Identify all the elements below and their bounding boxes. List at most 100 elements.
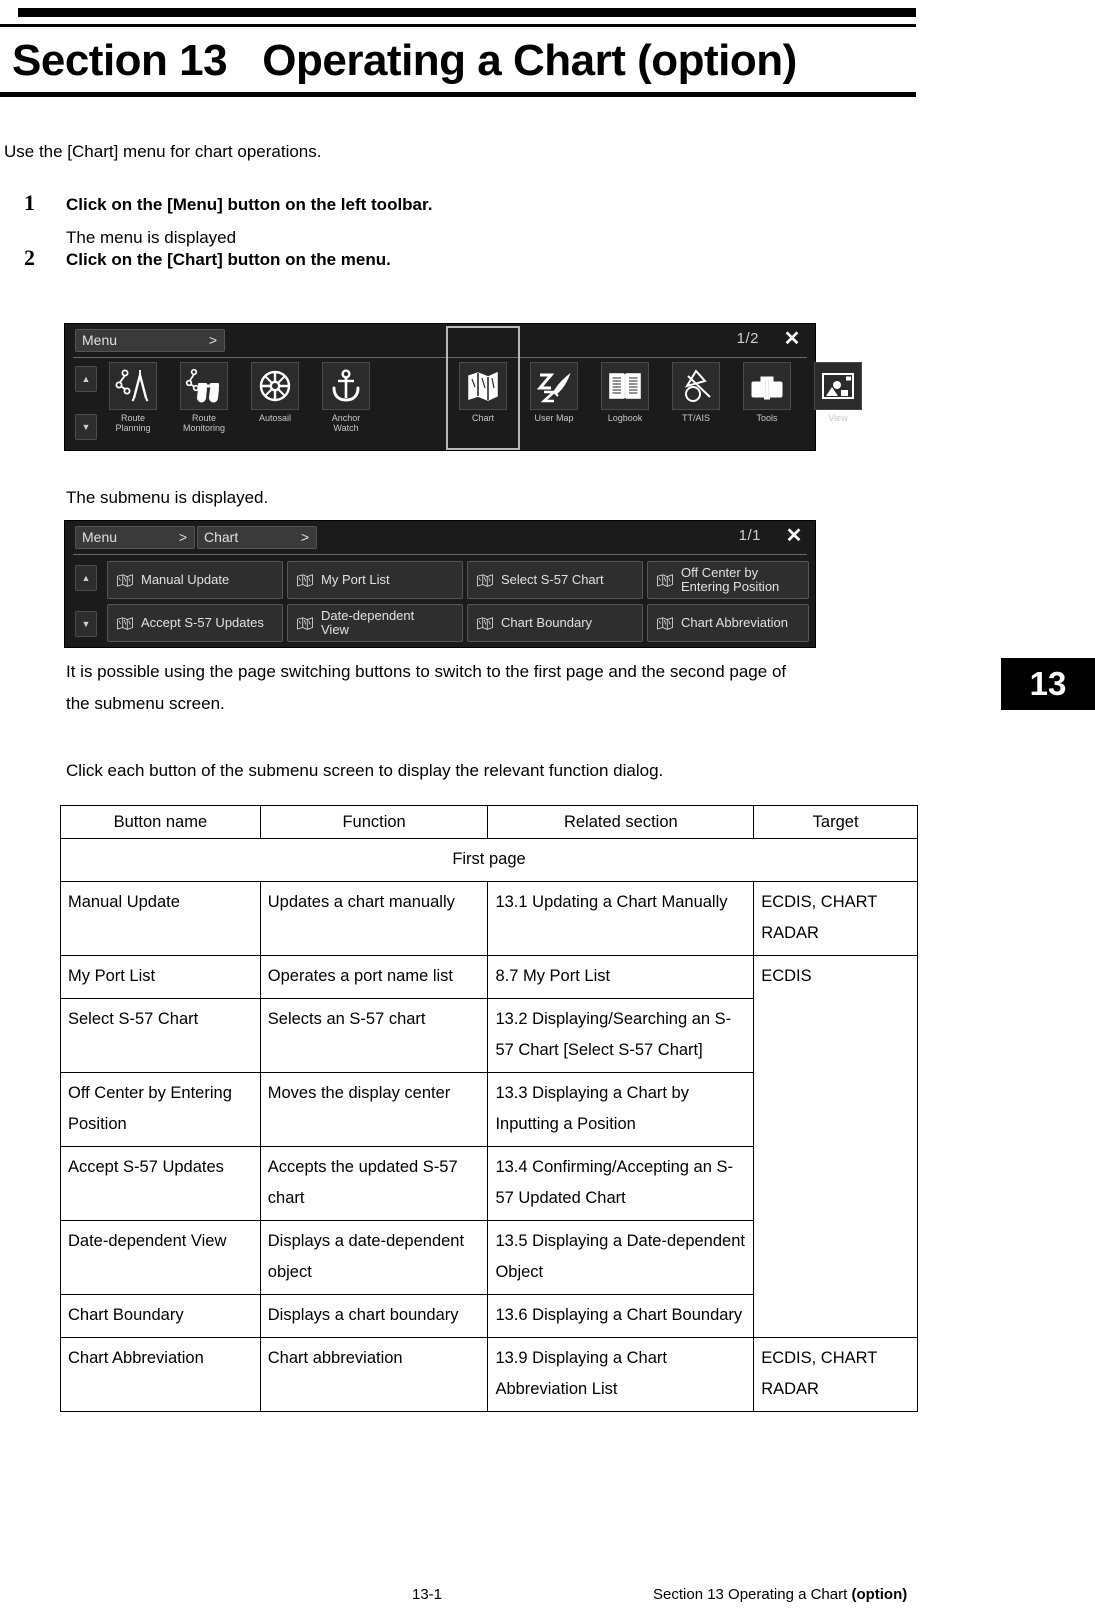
cell-button-name: Select S-57 Chart bbox=[60, 998, 261, 1073]
submenu-button-off-center-by-entering-position[interactable]: Off Center by Entering Position bbox=[647, 561, 809, 599]
cell-related-section: 13.4 Confirming/Accepting an S-57 Update… bbox=[487, 1146, 755, 1221]
folded-map-icon bbox=[459, 362, 507, 410]
menu-item-label: Chart bbox=[471, 413, 494, 423]
menu-item-label: Route Planning bbox=[115, 413, 151, 433]
close-icon[interactable]: ✕ bbox=[779, 328, 805, 352]
menu-item-chart[interactable]: Chart bbox=[455, 362, 511, 423]
menu-divider bbox=[73, 357, 807, 358]
menu-item-route-planning[interactable]: Route Planning bbox=[105, 362, 161, 433]
paragraph-click-each: Click each button of the submenu screen … bbox=[66, 761, 664, 780]
footer-page-number: 13-1 bbox=[412, 1586, 443, 1603]
cell-function: Updates a chart manually bbox=[259, 881, 489, 956]
menu-item-label: Tools bbox=[756, 413, 778, 423]
scroll-up-icon[interactable]: ▲ bbox=[75, 565, 97, 591]
cell-function: Moves the display center bbox=[259, 1072, 489, 1147]
menu-item-label: Logbook bbox=[607, 413, 643, 423]
cell-related-section: 13.5 Displaying a Date-dependent Object bbox=[487, 1220, 755, 1295]
cell-button-name: Accept S-57 Updates bbox=[60, 1146, 261, 1221]
menu-item-label: View bbox=[828, 413, 848, 423]
cell-button-name: Chart Abbreviation bbox=[60, 1337, 261, 1412]
cell-button-name: Date-dependent View bbox=[60, 1220, 261, 1295]
submenu-button-label: Chart Boundary bbox=[501, 615, 593, 630]
folded-map-icon bbox=[657, 574, 673, 587]
step-2-number: 2 bbox=[24, 245, 35, 270]
cell-function: Chart abbreviation bbox=[259, 1337, 489, 1412]
paragraph-page-switching: It is possible using the page switching … bbox=[66, 662, 787, 713]
submenu-screenshot: Menu > Chart > 1/1 ✕ ▲ ▼ Manual Update M… bbox=[64, 520, 816, 648]
folded-map-icon bbox=[117, 617, 133, 630]
table-header-row: Button name Function Related section Tar… bbox=[60, 805, 918, 839]
footer-section-plain: Section 13 Operating a Chart bbox=[653, 1586, 852, 1603]
menu-item-user-map[interactable]: User Map bbox=[526, 362, 582, 423]
close-icon[interactable]: ✕ bbox=[781, 525, 807, 549]
cell-function: Displays a chart boundary bbox=[259, 1294, 489, 1338]
menu-item-label: Autosail bbox=[258, 413, 292, 423]
cell-related-section: 8.7 My Port List bbox=[487, 955, 755, 999]
submenu-button-label: Off Center by Entering Position bbox=[681, 565, 780, 594]
table-group-row: First page bbox=[60, 838, 918, 882]
submenu-page-indicator: 1/1 bbox=[738, 527, 761, 544]
menu-item-autosail[interactable]: Autosail bbox=[247, 362, 303, 423]
menu-item-route-monitoring[interactable]: Route Monitoring bbox=[176, 362, 232, 433]
submenu-button-manual-update[interactable]: Manual Update bbox=[107, 561, 283, 599]
submenu-divider bbox=[73, 554, 807, 555]
menu-item-view[interactable]: View bbox=[810, 362, 866, 423]
cell-related-section: 13.9 Displaying a Chart Abbreviation Lis… bbox=[487, 1337, 755, 1412]
submenu-button-label: Select S-57 Chart bbox=[501, 572, 604, 587]
cell-related-section: 13.3 Displaying a Chart by Inputting a P… bbox=[487, 1072, 755, 1147]
menu-item-label: TT/AIS bbox=[681, 413, 710, 423]
binoculars-icon bbox=[180, 362, 228, 410]
submenu-breadcrumb-menu-label: Menu bbox=[82, 529, 118, 545]
menu-breadcrumb-button[interactable]: Menu > bbox=[75, 329, 225, 352]
menu-item-label: Route Monitoring bbox=[182, 413, 226, 433]
submenu-button-date-dependent-view[interactable]: Date-dependent View bbox=[287, 604, 463, 642]
menu-item-tools[interactable]: Tools bbox=[739, 362, 795, 423]
step-2-title: Click on the [Chart] button on the menu. bbox=[66, 250, 391, 269]
folded-map-icon bbox=[297, 617, 313, 630]
menu-item-label: User Map bbox=[534, 413, 574, 423]
submenu-breadcrumb-menu[interactable]: Menu > bbox=[75, 526, 195, 549]
menu-item-logbook[interactable]: Logbook bbox=[597, 362, 653, 423]
cell-related-section: 13.1 Updating a Chart Manually bbox=[487, 881, 755, 956]
submenu-button-select-s57-chart[interactable]: Select S-57 Chart bbox=[467, 561, 643, 599]
submenu-button-accept-s57-updates[interactable]: Accept S-57 Updates bbox=[107, 604, 283, 642]
scroll-down-icon[interactable]: ▼ bbox=[75, 414, 97, 440]
submenu-button-chart-abbreviation[interactable]: Chart Abbreviation bbox=[647, 604, 809, 642]
cell-function: Accepts the updated S-57 chart bbox=[259, 1146, 489, 1221]
table-row: My Port List Operates a port name list 8… bbox=[60, 955, 918, 1338]
tt-ais-icon bbox=[672, 362, 720, 410]
menu-item-anchor-watch[interactable]: Anchor Watch bbox=[318, 362, 374, 433]
table-header-function: Function bbox=[259, 805, 489, 839]
submenu-button-label: Date-dependent View bbox=[321, 608, 415, 637]
scroll-down-icon[interactable]: ▼ bbox=[75, 611, 97, 637]
submenu-breadcrumb-chart[interactable]: Chart > bbox=[197, 526, 317, 549]
step-2-subtext: The submenu is displayed. bbox=[66, 488, 269, 507]
intro-text: Use the [Chart] menu for chart operation… bbox=[4, 142, 322, 161]
submenu-button-chart-boundary[interactable]: Chart Boundary bbox=[467, 604, 643, 642]
menu-page-indicator: 1/2 bbox=[736, 330, 759, 347]
chevron-right-icon: > bbox=[178, 529, 187, 545]
submenu-breadcrumb-chart-label: Chart bbox=[204, 529, 239, 545]
chevron-right-icon: > bbox=[300, 529, 309, 545]
heading-rule-middle bbox=[0, 24, 916, 27]
menu-item-tt-ais[interactable]: TT/AIS bbox=[668, 362, 724, 423]
folded-map-icon bbox=[477, 574, 493, 587]
scroll-up-icon[interactable]: ▲ bbox=[75, 366, 97, 392]
submenu-button-label: Manual Update bbox=[141, 572, 230, 587]
step-1-number: 1 bbox=[24, 190, 35, 215]
folded-map-icon bbox=[297, 574, 313, 587]
table-row: Chart Abbreviation Chart abbreviation 13… bbox=[60, 1337, 918, 1412]
menu-breadcrumb-label: Menu bbox=[82, 332, 118, 348]
submenu-button-label: Chart Abbreviation bbox=[681, 615, 788, 630]
menu-screenshot: Menu > 1/2 ✕ ▲ ▼ Route Planning Route Mo… bbox=[64, 323, 862, 451]
cell-related-section: 13.6 Displaying a Chart Boundary bbox=[487, 1294, 755, 1338]
submenu-button-my-port-list[interactable]: My Port List bbox=[287, 561, 463, 599]
step-1-subtext: The menu is displayed bbox=[66, 228, 237, 247]
folded-map-icon bbox=[657, 617, 673, 630]
button-reference-table: Button name Function Related section Tar… bbox=[60, 805, 918, 1412]
chapter-tab-13: 13 bbox=[1001, 658, 1095, 710]
footer-section-text: Section 13 Operating a Chart (option) bbox=[653, 1586, 907, 1603]
cell-function: Displays a date-dependent object bbox=[259, 1220, 489, 1295]
step-1-title: Click on the [Menu] button on the left t… bbox=[66, 195, 433, 214]
user-map-icon bbox=[530, 362, 578, 410]
